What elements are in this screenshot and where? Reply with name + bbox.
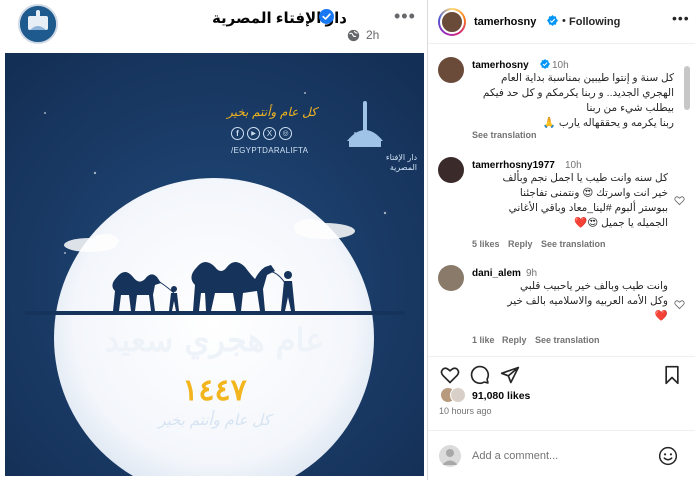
- comment-line: الجميله يا جميل 😍❤️: [574, 217, 668, 229]
- verified-badge-icon: [547, 15, 558, 26]
- comment-time: 9h: [526, 268, 538, 279]
- see-translation-link[interactable]: See translation: [472, 130, 537, 140]
- comments-scrollbar[interactable]: [684, 66, 690, 110]
- facebook-post: ••• دار الإفتاء المصرية 2h كل عام وأنتم …: [0, 0, 427, 480]
- comment-time: 10h: [552, 60, 569, 71]
- greeting-calligraphy: عام هجري سعيد: [104, 321, 325, 359]
- comment-time: 10h: [565, 160, 582, 171]
- share-paper-plane-icon[interactable]: [500, 365, 520, 385]
- profile-avatar: [440, 10, 464, 34]
- bottom-calligraphy: كل عام وأنتم بخير: [158, 411, 271, 429]
- comments-list: tamerhosny 10h كل سنة و إنتوا طيبين بمنا…: [428, 45, 695, 355]
- reply-link[interactable]: Reply: [508, 239, 533, 249]
- comment-line: ربنا يكرمه و يحققهاله يارب 🙏: [542, 117, 674, 129]
- like-heart-icon[interactable]: [440, 365, 460, 385]
- reply-link[interactable]: Reply: [502, 335, 527, 345]
- see-translation-link[interactable]: See translation: [535, 335, 600, 345]
- avatar[interactable]: [438, 57, 464, 83]
- add-comment-input[interactable]: [472, 445, 652, 467]
- public-globe-icon: [347, 29, 360, 42]
- comment-line: كل سنه وانت طيب يا اجمل نجم وبألف: [502, 172, 668, 184]
- comment-line: وكل الأمه العربيه والاسلاميه بالف خير: [507, 295, 668, 307]
- avatar: [450, 387, 466, 403]
- comment-line: كل سنة و إنتوا طيبين بمناسبة بداية العام: [501, 72, 674, 84]
- story-ring[interactable]: [438, 8, 466, 36]
- post-header: ••• دار الإفتاء المصرية 2h: [0, 0, 427, 52]
- post-image[interactable]: كل عام وأنتم بخير دار الإفتاء المصرية f …: [5, 53, 424, 476]
- avatar[interactable]: [438, 265, 464, 291]
- comment-likes[interactable]: 1 like: [472, 335, 495, 345]
- comment-line: ببوستر ألبوم #لينا_معاد وباقي الأغاني: [508, 202, 668, 214]
- comment-line: الهجري الجديد.. و ربنا يكرمكم و كل حد في…: [482, 87, 674, 99]
- top-calligraphy: كل عام وأنتم بخير: [227, 105, 317, 119]
- save-bookmark-icon[interactable]: [662, 365, 682, 385]
- post-timestamp[interactable]: 2h: [366, 28, 379, 42]
- default-user-icon: [442, 449, 458, 465]
- emoji-smiley-icon[interactable]: [658, 446, 678, 466]
- add-comment-bar: [428, 430, 695, 480]
- comment-line: خير انت واسرتك 😍 ونتمنى تفاجئنا: [519, 187, 668, 199]
- more-options-icon[interactable]: •••: [672, 10, 690, 26]
- comment-likes[interactable]: 5 likes: [472, 239, 500, 249]
- youtube-icon[interactable]: ▶: [247, 127, 260, 140]
- comment-username[interactable]: tamerrhosny1977: [472, 160, 555, 171]
- comment-bubble-icon[interactable]: [470, 365, 490, 385]
- see-translation-link[interactable]: See translation: [541, 239, 606, 249]
- avatar[interactable]: [438, 157, 464, 183]
- verified-badge-icon: [540, 59, 550, 69]
- post-time-ago[interactable]: 10 hours ago: [439, 406, 492, 416]
- more-options-icon[interactable]: •••: [394, 6, 416, 27]
- current-user-avatar: [439, 445, 461, 467]
- like-comment-heart-icon[interactable]: [674, 195, 685, 206]
- mosque-logo-icon: [347, 101, 383, 147]
- instagram-icon[interactable]: ◎: [279, 127, 292, 140]
- comment-username[interactable]: tamerhosny: [472, 60, 529, 71]
- dar-al-ifta-logo-icon: [20, 6, 56, 42]
- verified-badge-icon: [319, 9, 334, 24]
- comment-line: ❤️: [654, 310, 668, 322]
- separator-dot: •: [562, 15, 566, 27]
- comment-line: بيطلب شيء من ربنا: [586, 102, 674, 114]
- branding-block: كل عام وأنتم بخير دار الإفتاء المصرية f …: [227, 101, 417, 211]
- following-button[interactable]: Following: [569, 16, 620, 28]
- likes-count[interactable]: 91,080 likes: [472, 390, 530, 402]
- hijri-year: ١٤٤٧: [182, 373, 247, 408]
- page-avatar[interactable]: [18, 4, 58, 44]
- x-icon[interactable]: X: [263, 127, 276, 140]
- header-username[interactable]: tamerhosny: [474, 16, 536, 28]
- instagram-panel: tamerhosny • Following ••• tamerhosny 10…: [427, 0, 695, 480]
- liked-by-avatars[interactable]: [440, 387, 470, 403]
- ig-header: tamerhosny • Following •••: [428, 0, 695, 44]
- comment-username[interactable]: dani_alem: [472, 268, 521, 279]
- facebook-icon[interactable]: f: [231, 127, 244, 140]
- like-comment-heart-icon[interactable]: [674, 299, 685, 310]
- logo-text: دار الإفتاء المصرية: [385, 153, 417, 172]
- comment-line: وانت طيب وبالف خير ياحبيب قلبي: [519, 280, 668, 292]
- social-handle: /EGYPTDARALIFTA: [231, 146, 309, 155]
